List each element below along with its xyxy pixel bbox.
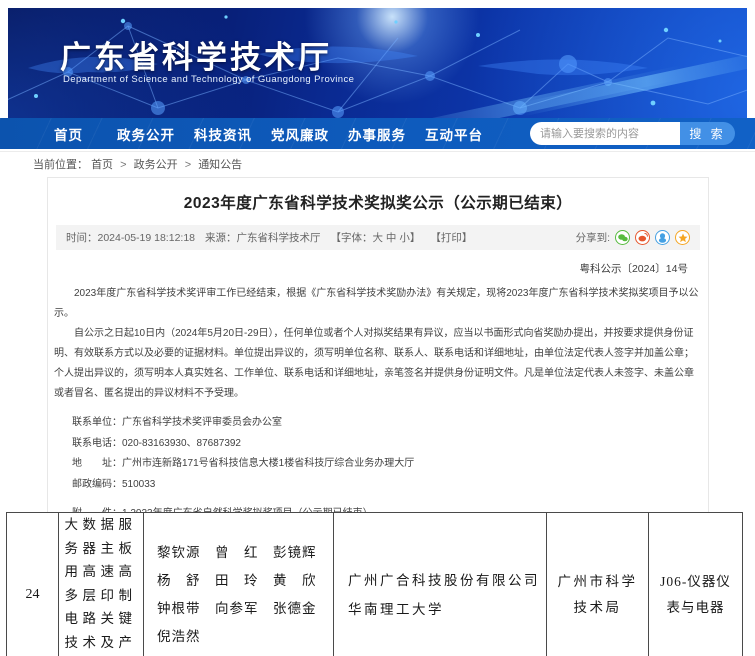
- divider: [0, 151, 755, 152]
- print-button[interactable]: 【打印】: [430, 230, 472, 245]
- paragraph-1: 2023年度广东省科学技术奖评审工作已经结束，根据《广东省科学技术奖励办法》有关…: [52, 284, 704, 324]
- search-input[interactable]: [530, 122, 680, 145]
- nav-item-services[interactable]: 办事服务: [348, 124, 406, 144]
- members-line: 倪浩然: [157, 623, 333, 651]
- nav-item-tech-news[interactable]: 科技资讯: [194, 124, 252, 144]
- site-title: 广东省科学技术厅: [60, 32, 332, 77]
- cell-team-members: 黎钦源 曾 红 彭镜辉 杨 舒 田 玲 黄 欣 钟根带 向参军 张德金 倪浩然: [144, 513, 334, 656]
- contact-phone: 联系电话：020-83163930、87687392: [72, 434, 704, 455]
- category-text: J06-仪器仪表与电器: [656, 569, 736, 621]
- font-size-medium-button[interactable]: 中: [386, 232, 397, 244]
- breadcrumb-separator: >: [120, 159, 126, 171]
- font-size-label: 【字体：: [331, 232, 373, 244]
- cell-project-name: 大数据服务器主板用高速高多层印制电路关键技术及产业化: [59, 513, 144, 656]
- nav-menu: 首页 政务公开 科技资讯 党风廉政 办事服务 互动平台: [0, 124, 502, 144]
- article-meta-bar: 时间：2024-05-19 18:12:18 来源：广东省科学技术厅 【字体：大…: [56, 225, 700, 250]
- site-banner: 广东省科学技术厅 Department of Science and Techn…: [8, 8, 747, 118]
- contact-info: 联系单位：广东省科学技术奖评审委员会办公室 联系电话：020-83163930、…: [52, 413, 704, 495]
- wechat-glyph: [618, 234, 628, 242]
- paragraph-2: 自公示之日起10日内（2024年5月20日-29日），任何单位或者个人对拟奖结果…: [52, 324, 704, 404]
- share-qzone-icon[interactable]: [675, 230, 690, 245]
- breadcrumb-prefix: 当前位置：: [33, 159, 88, 171]
- cell-row-number: 24: [7, 513, 59, 656]
- breadcrumb-notices[interactable]: 通知公告: [198, 159, 242, 171]
- font-size-small-button[interactable]: 小: [399, 232, 410, 244]
- contact-address: 地 址：广州市连新路171号省科技信息大楼1楼省科技厅综合业务办理大厅: [72, 454, 704, 475]
- breadcrumb-separator: >: [185, 159, 191, 171]
- search-bar: 搜 索: [530, 122, 735, 145]
- project-name-text: 大数据服务器主板用高速高多层印制电路关键技术及产业化: [65, 513, 138, 656]
- site-subtitle: Department of Science and Technology of …: [63, 74, 354, 85]
- members-line: 钟根带 向参军 张德金: [157, 595, 333, 623]
- font-size-label-end: 】: [410, 232, 421, 244]
- members-line: 杨 舒 田 玲 黄 欣: [157, 567, 333, 595]
- weibo-glyph: [638, 233, 648, 242]
- star-glyph: [678, 233, 688, 243]
- table-row: 24 大数据服务器主板用高速高多层印制电路关键技术及产业化 黎钦源 曾 红 彭镜…: [7, 513, 743, 656]
- nav-item-interaction[interactable]: 互动平台: [425, 124, 483, 144]
- cell-nominator: 广州市科学技术局: [547, 513, 649, 656]
- nominator-text: 广州市科学技术局: [556, 569, 640, 621]
- cell-category: J06-仪器仪表与电器: [649, 513, 743, 656]
- breadcrumb-gov-info[interactable]: 政务公开: [134, 159, 178, 171]
- share-weibo-icon[interactable]: [635, 230, 650, 245]
- document-number: 粤科公示〔2024〕14号: [52, 259, 704, 279]
- org-line: 华南理工大学: [348, 595, 546, 624]
- nav-item-home[interactable]: 首页: [54, 124, 83, 144]
- share-label: 分享到:: [576, 230, 610, 245]
- share-wechat-icon[interactable]: [615, 230, 630, 245]
- share-qq-icon[interactable]: [655, 230, 670, 245]
- main-nav: 首页 政务公开 科技资讯 党风廉政 办事服务 互动平台 搜 索: [0, 118, 755, 149]
- page: 广东省科学技术厅 Department of Science and Techn…: [0, 0, 755, 656]
- contact-unit: 联系单位：广东省科学技术奖评审委员会办公室: [72, 413, 704, 434]
- share-group: 分享到:: [576, 230, 690, 245]
- meta-time: 时间：2024-05-19 18:12:18: [66, 230, 195, 245]
- nav-item-party-conduct[interactable]: 党风廉政: [271, 124, 329, 144]
- contact-postcode: 邮政编码：510033: [72, 475, 704, 496]
- members-line: 黎钦源 曾 红 彭镜辉: [157, 539, 333, 567]
- breadcrumb-home[interactable]: 首页: [91, 159, 113, 171]
- page-title: 2023年度广东省科学技术奖拟奖公示（公示期已结束）: [48, 191, 708, 213]
- font-size-large-button[interactable]: 大: [373, 232, 384, 244]
- qq-glyph: [658, 233, 667, 243]
- award-table: 24 大数据服务器主板用高速高多层印制电路关键技术及产业化 黎钦源 曾 红 彭镜…: [6, 512, 743, 656]
- meta-font-group: 【字体：大 中 小】: [331, 230, 421, 245]
- org-line: 广州广合科技股份有限公司: [348, 566, 546, 595]
- search-button[interactable]: 搜 索: [680, 122, 735, 145]
- cell-organizations: 广州广合科技股份有限公司 华南理工大学: [334, 513, 547, 656]
- nav-item-gov-info[interactable]: 政务公开: [117, 124, 175, 144]
- meta-left: 时间：2024-05-19 18:12:18 来源：广东省科学技术厅 【字体：大…: [66, 230, 472, 245]
- meta-source: 来源：广东省科学技术厅: [205, 230, 321, 245]
- breadcrumb: 当前位置： 首页 > 政务公开 > 通知公告: [33, 156, 242, 172]
